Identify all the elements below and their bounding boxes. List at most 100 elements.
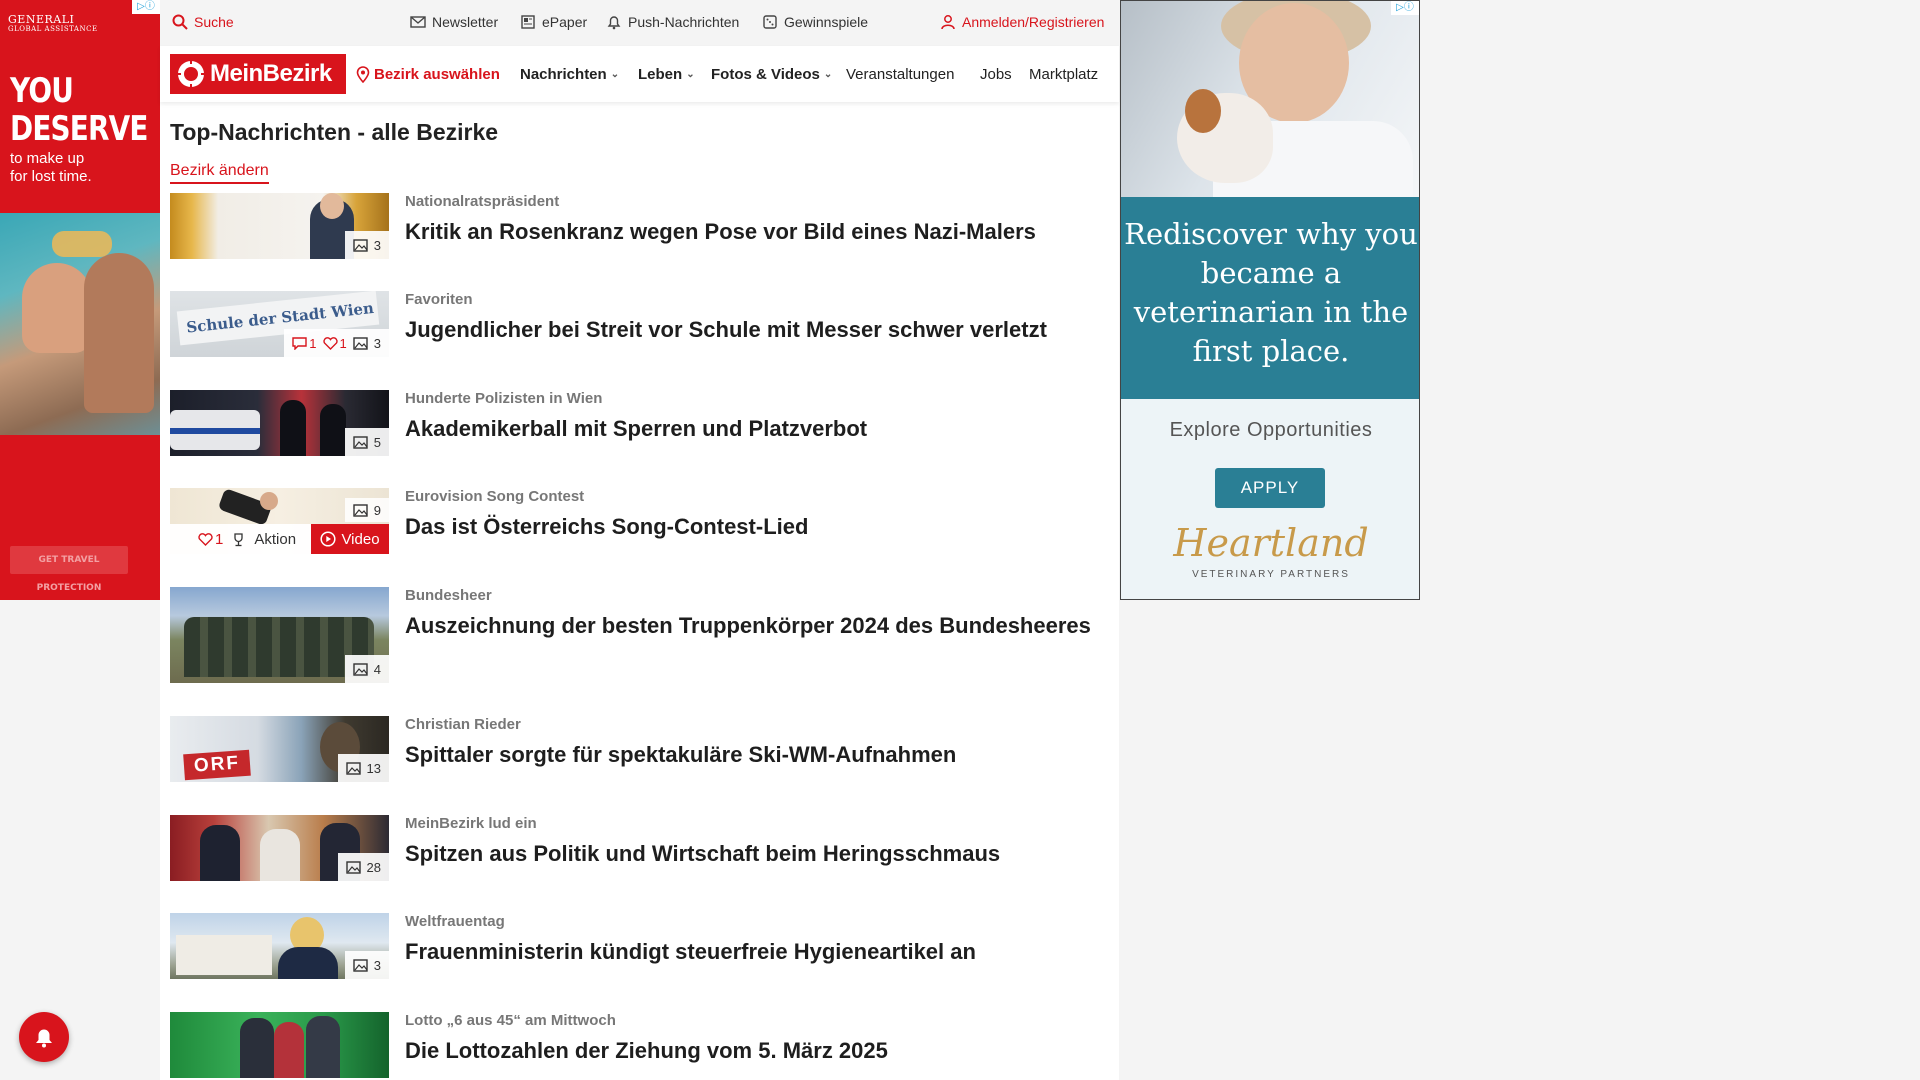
play-icon (320, 531, 337, 547)
select-district-button[interactable]: Bezirk auswählen (356, 66, 500, 83)
aktion-badge: 1 Aktion (170, 524, 311, 554)
nav-fotos-videos[interactable]: Fotos & Videos ⌄ (711, 66, 832, 83)
main-navigation: MeinBezirk Bezirk auswählen Nachrichten ⌄… (160, 46, 1119, 102)
article-thumbnail[interactable]: Schule der Stadt Wien 1 1 3 (170, 291, 389, 357)
chevron-down-icon: ⌄ (823, 69, 833, 80)
nav-nachrichten[interactable]: Nachrichten ⌄ (520, 66, 619, 83)
change-district-link[interactable]: Bezirk ändern (170, 162, 269, 184)
ad-explore-text: Explore Opportunities (1169, 419, 1373, 441)
gallery-icon (353, 336, 368, 350)
article-title[interactable]: Das ist Österreichs Song-Contest-Lied (405, 512, 1105, 542)
article-kicker: Lotto „6 aus 45“ am Mittwoch (405, 1012, 616, 1029)
article-item[interactable]: 3 Nationalratspräsident Kritik an Rosenk… (170, 193, 1110, 263)
comment-count: 1 (292, 336, 317, 351)
newspaper-icon (521, 15, 535, 29)
login-link[interactable]: Anmelden/Registrieren (940, 14, 1104, 30)
photo-count: 5 (344, 428, 389, 456)
gallery-icon (353, 503, 368, 517)
article-title[interactable]: Spitzen aus Politik und Wirtschaft beim … (405, 839, 1105, 869)
article-kicker: Weltfrauentag (405, 913, 505, 930)
ad-subline: to make up for lost time. (10, 150, 92, 185)
nav-veranstaltungen[interactable]: Veranstaltungen (846, 66, 954, 83)
article-item[interactable]: ORF 13 Christian Rieder Spittaler sorgte… (170, 716, 1110, 786)
article-thumbnail[interactable]: 3 (170, 913, 389, 979)
like-count: 1 (322, 336, 347, 351)
gallery-icon (353, 435, 368, 449)
ad-cta-button[interactable]: GET TRAVEL PROTECTION (10, 546, 128, 593)
heart-icon (322, 336, 338, 350)
article-item[interactable]: 5 Hunderte Polizisten in Wien Akademiker… (170, 390, 1110, 460)
gallery-icon (345, 761, 361, 775)
article-thumbnail[interactable]: 28 (170, 815, 389, 881)
article-title[interactable]: Die Lottozahlen der Ziehung vom 5. März … (405, 1036, 1105, 1066)
photo-count: 4 (344, 655, 389, 683)
logo-sun-icon (177, 60, 205, 88)
mail-icon (410, 16, 426, 28)
article-thumbnail[interactable] (170, 1012, 389, 1078)
photo-count: 3 (373, 335, 381, 351)
article-title[interactable]: Akademikerball mit Sperren und Platzverb… (405, 414, 1105, 444)
page: ▷ⓘ GENERALI GLOBAL ASSISTANCE YOU DESERV… (0, 0, 1920, 1080)
article-item[interactable]: 3 Weltfrauentag Frauenministerin kündigt… (170, 913, 1110, 983)
ad-headline: YOU DESERVE (10, 71, 148, 149)
photo-count: 28 (337, 853, 389, 881)
epaper-link[interactable]: ePaper (520, 14, 587, 30)
article-item[interactable]: 4 Bundesheer Auszeichnung der besten Tru… (170, 587, 1110, 683)
article-thumbnail[interactable]: 5 (170, 390, 389, 456)
utility-bar: Suche Newsletter ePaper Push-Nachrichten… (160, 0, 1119, 46)
bell-icon (607, 16, 621, 30)
heart-icon (198, 532, 213, 546)
comment-icon (292, 336, 307, 350)
site-logo[interactable]: MeinBezirk (170, 54, 346, 94)
article-thumbnail[interactable]: 3 (170, 193, 389, 259)
ad-brand-subline: VETERINARY PARTNERS (1192, 569, 1350, 580)
search-icon (172, 14, 188, 30)
article-item[interactable]: Lotto „6 aus 45“ am Mittwoch Die Lottoza… (170, 1012, 1110, 1080)
article-kicker: Bundesheer (405, 587, 492, 604)
right-ad-banner[interactable]: ▷ⓘ Rediscover why you became a veterinar… (1120, 0, 1420, 600)
nav-leben[interactable]: Leben ⌄ (638, 66, 695, 83)
user-icon (941, 15, 955, 30)
nav-jobs[interactable]: Jobs (980, 66, 1012, 83)
bell-icon (36, 1029, 52, 1048)
gewinnspiele-link[interactable]: Gewinnspiele (762, 14, 868, 30)
article-thumbnail[interactable]: 4 (170, 587, 389, 683)
article-item[interactable]: 9 1 Aktion Video Eurovision Song Contest… (170, 488, 1110, 558)
photo-count: 3 (344, 231, 389, 259)
ad-photo (0, 213, 160, 435)
video-badge[interactable]: Video (311, 524, 389, 554)
orf-logo: ORF (183, 749, 251, 781)
notification-bell-button[interactable] (19, 1012, 69, 1062)
chevron-down-icon: ⌄ (610, 69, 620, 80)
article-title[interactable]: Jugendlicher bei Streit vor Schule mit M… (405, 315, 1105, 345)
article-title[interactable]: Kritik an Rosenkranz wegen Pose vor Bild… (405, 217, 1105, 247)
gallery-icon (353, 238, 368, 252)
ad-choices-icon[interactable]: ▷ⓘ (132, 0, 160, 14)
article-kicker: Nationalratspräsident (405, 193, 560, 210)
article-title[interactable]: Frauenministerin kündigt steuerfreie Hyg… (405, 937, 1105, 967)
left-ad-banner[interactable]: ▷ⓘ GENERALI GLOBAL ASSISTANCE YOU DESERV… (0, 0, 160, 600)
article-item[interactable]: Schule der Stadt Wien 1 1 3 Favoriten Ju… (170, 291, 1110, 361)
photo-count: 13 (337, 754, 389, 782)
ad-photo (1121, 1, 1419, 211)
search-link[interactable]: Suche (172, 14, 234, 30)
gallery-icon (353, 662, 368, 676)
article-title[interactable]: Spittaler sorgte für spektakuläre Ski-WM… (405, 740, 1105, 770)
nav-marktplatz[interactable]: Marktplatz (1029, 66, 1115, 83)
article-thumbnail[interactable]: 9 1 Aktion Video (170, 488, 389, 554)
article-kicker: Christian Rieder (405, 716, 521, 733)
article-title[interactable]: Auszeichnung der besten Truppenkörper 20… (405, 611, 1105, 641)
dice-icon (763, 15, 777, 29)
section-title: Top-Nachrichten - alle Bezirke (170, 119, 499, 145)
article-item[interactable]: 28 MeinBezirk lud ein Spitzen aus Politi… (170, 815, 1110, 885)
newsletter-link[interactable]: Newsletter (410, 14, 498, 30)
article-kicker: Hunderte Polizisten in Wien (405, 390, 603, 407)
engagement-counts: 1 1 3 (284, 329, 389, 357)
ad-choices-icon[interactable]: ▷ⓘ (1391, 1, 1419, 15)
ad-headline: Rediscover why you became a veterinarian… (1121, 197, 1419, 399)
location-pin-icon (356, 66, 370, 83)
article-thumbnail[interactable]: ORF 13 (170, 716, 389, 782)
push-notifications-link[interactable]: Push-Nachrichten (606, 14, 739, 30)
gallery-icon (345, 860, 361, 874)
ad-apply-button[interactable]: APPLY (1215, 468, 1325, 508)
